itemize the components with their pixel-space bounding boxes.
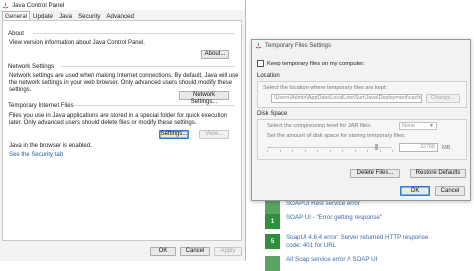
disk-amount-field[interactable]: 32768 — [399, 143, 438, 152]
ok-button[interactable]: OK — [150, 247, 176, 256]
list-item[interactable]: 5 SoapUI 4.6.4 error: Server returned HT… — [265, 234, 436, 249]
tab-java[interactable]: Java — [56, 11, 75, 20]
question-link[interactable]: AlI Soap service error /\ SOAP UI — [286, 256, 377, 271]
tab-general[interactable]: General — [2, 11, 31, 20]
general-tab-panel: About View version information about Jav… — [2, 20, 242, 241]
title-bar: Java Control Panel — [0, 0, 245, 10]
related-questions-list: SOAPUI Rest service error 1 SOAP UI - "E… — [262, 200, 474, 271]
disk-amount-label: Set the amount of disk space for storing… — [267, 133, 406, 139]
slider-tick — [267, 150, 268, 152]
vote-badge: 5 — [265, 234, 280, 249]
disk-space-heading: Disk Space — [257, 111, 288, 117]
slider-tick — [392, 150, 393, 152]
java-icon — [255, 42, 262, 49]
question-link[interactable]: SOAP UI - "Error getting response" — [286, 214, 382, 229]
about-heading: About — [8, 30, 24, 37]
location-hint: Select the location where temporary file… — [263, 85, 388, 91]
security-tab-link[interactable]: See the Security tab — [9, 152, 63, 158]
compression-label: Select the compression level for JAR fil… — [267, 123, 372, 129]
cancel-button[interactable]: Cancel — [180, 247, 210, 256]
tab-bar: General Update Java Security Advanced — [2, 11, 137, 20]
slider-tick — [279, 150, 281, 152]
temp-view-button[interactable]: View... — [199, 130, 229, 139]
slider-tick — [379, 150, 381, 152]
temporary-files-settings-dialog: Temporary Files Settings Keep temporary … — [251, 39, 471, 201]
compression-select[interactable]: None ▼ — [399, 122, 437, 130]
temp-files-divider — [73, 105, 235, 106]
about-divider — [33, 33, 235, 34]
browser-status-text: Java in the browser is enabled. — [9, 143, 92, 149]
java-control-panel-window: Java Control Panel General Update Java S… — [0, 0, 246, 261]
slider-tick — [304, 150, 306, 152]
list-item[interactable]: 1 SOAP UI - "Error getting response" — [265, 214, 382, 229]
network-divider — [61, 66, 235, 67]
keep-files-row[interactable]: Keep temporary files on my computer. — [257, 60, 365, 67]
keep-files-checkbox[interactable] — [257, 60, 264, 67]
window-title: Java Control Panel — [12, 1, 65, 9]
dialog-title-bar: Temporary Files Settings — [252, 40, 470, 51]
disk-space-slider-track[interactable] — [267, 147, 392, 148]
vote-badge — [265, 200, 280, 215]
restore-defaults-button[interactable]: Restore Defaults — [410, 169, 466, 178]
network-settings-button[interactable]: Network Settings... — [179, 91, 229, 105]
java-icon — [2, 2, 9, 9]
temp-settings-button[interactable]: Settings... — [159, 130, 189, 139]
dialog-title: Temporary Files Settings — [265, 42, 332, 49]
about-button[interactable]: About... — [201, 50, 229, 59]
question-link[interactable]: SoapUI 4.6.4 error: Server returned HTTP… — [286, 234, 436, 249]
disk-space-slider-thumb[interactable] — [374, 144, 378, 150]
dialog-ok-button[interactable]: OK — [400, 186, 430, 196]
keep-files-label: Keep temporary files on my computer. — [267, 60, 365, 67]
network-heading: Network Settings — [8, 63, 55, 70]
location-group: Select the location where temporary file… — [257, 81, 467, 108]
dialog-cancel-button[interactable]: Cancel — [435, 186, 465, 196]
chevron-down-icon: ▼ — [429, 123, 434, 129]
temp-files-heading: Temporary Internet Files — [8, 102, 74, 109]
slider-tick — [367, 150, 368, 152]
question-link[interactable]: SOAPUI Rest service error — [286, 200, 360, 215]
vote-badge — [265, 256, 280, 271]
location-heading: Location — [257, 73, 280, 79]
vote-badge: 1 — [265, 214, 280, 229]
tab-update[interactable]: Update — [30, 11, 56, 20]
tab-advanced[interactable]: Advanced — [103, 11, 137, 20]
slider-tick — [317, 150, 318, 152]
disk-amount-unit: MB — [442, 145, 451, 151]
apply-button[interactable]: Apply — [214, 247, 242, 256]
temp-files-text: Files you use in Java applications are s… — [9, 113, 228, 127]
slider-tick — [329, 150, 331, 152]
delete-files-button[interactable]: Delete Files... — [350, 169, 400, 178]
disk-space-group: Select the compression level for JAR fil… — [257, 119, 467, 160]
list-item[interactable]: SOAPUI Rest service error — [265, 200, 360, 215]
slider-tick — [292, 150, 293, 152]
cache-path-field[interactable]: \Users\Admin\AppData\LocalLow\Sun\Java\D… — [271, 94, 422, 103]
compression-value: None — [402, 123, 415, 129]
about-text: View version information about Java Cont… — [9, 40, 145, 46]
list-item[interactable]: AlI Soap service error /\ SOAP UI — [265, 256, 377, 271]
tab-security[interactable]: Security — [75, 11, 103, 20]
slider-tick — [342, 150, 343, 152]
change-location-button[interactable]: Change... — [426, 94, 460, 103]
slider-tick — [354, 150, 356, 152]
